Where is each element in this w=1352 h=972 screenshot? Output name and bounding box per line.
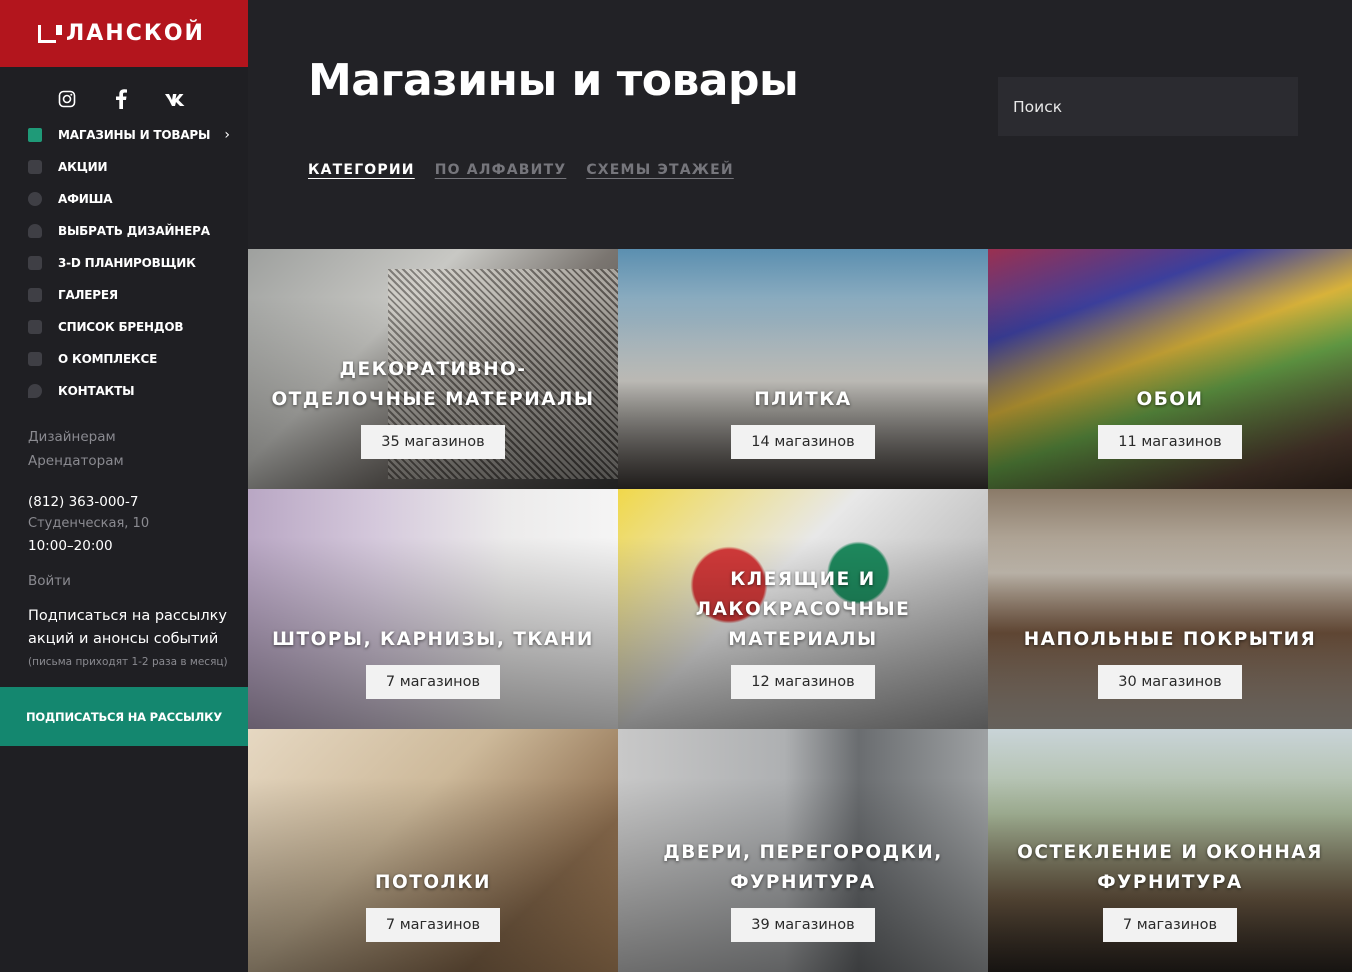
nav-label: ГАЛЕРЕЯ — [58, 288, 118, 302]
instagram-icon[interactable] — [56, 90, 78, 113]
tab-floor-plans[interactable]: СХЕМЫ ЭТАЖЕЙ — [586, 162, 733, 178]
nav-item-3d-planner[interactable]: 3-D ПЛАНИРОВЩИК — [0, 247, 248, 279]
designers-link[interactable]: Дизайнерам — [28, 425, 248, 449]
vk-icon[interactable] — [164, 90, 186, 112]
category-title: ШТОРЫ, КАРНИЗЫ, ТКАНИ — [272, 629, 594, 650]
subscribe-button[interactable]: ПОДПИСАТЬСЯ НА РАССЫЛКУ — [0, 687, 248, 746]
nav-item-gallery[interactable]: ГАЛЕРЕЯ — [0, 279, 248, 311]
store-count[interactable]: 7 магазинов — [365, 908, 501, 942]
main-nav: МАГАЗИНЫ И ТОВАРЫ › АКЦИИ АФИША ВЫБРАТЬ Д… — [0, 119, 248, 407]
logo-text: ЛАНСКОЙ — [66, 21, 205, 46]
tenants-link[interactable]: Арендаторам — [28, 449, 248, 473]
nav-item-events[interactable]: АФИША — [0, 183, 248, 215]
list-icon — [28, 320, 42, 334]
category-title: КЛЕЯЩИЕ И ЛАКОКРАСОЧНЫЕ МАТЕРИАЛЫ — [695, 569, 911, 650]
subscribe-text: Подписаться на рассылку акций и анонсы с… — [28, 608, 227, 647]
store-count[interactable]: 30 магазинов — [1098, 665, 1242, 699]
login-link[interactable]: Войти — [0, 573, 248, 589]
social-links — [0, 67, 248, 117]
tab-alphabetical[interactable]: ПО АЛФАВИТУ — [435, 162, 567, 178]
building-icon — [28, 352, 42, 366]
store-count[interactable]: 12 магазинов — [731, 665, 875, 699]
tab-categories[interactable]: КАТЕГОРИИ — [308, 162, 415, 178]
address: Студенческая, 10 — [28, 516, 150, 531]
nav-label: АКЦИИ — [58, 160, 108, 174]
tabs: КАТЕГОРИИ ПО АЛФАВИТУ СХЕМЫ ЭТАЖЕЙ — [308, 162, 734, 178]
lightbulb-icon — [28, 224, 42, 238]
nav-item-contacts[interactable]: КОНТАКТЫ — [0, 375, 248, 407]
category-tile-doors[interactable]: ДВЕРИ, ПЕРЕГОРОДКИ, ФУРНИТУРА 39 магазин… — [618, 729, 988, 972]
category-tile-tile[interactable]: ПЛИТКА 14 магазинов — [618, 249, 988, 489]
cube-icon — [28, 256, 42, 270]
search-input[interactable]: Поиск — [998, 77, 1298, 136]
store-count[interactable]: 14 магазинов — [731, 425, 875, 459]
store-count[interactable]: 7 магазинов — [1102, 908, 1238, 942]
nav-item-promotions[interactable]: АКЦИИ — [0, 151, 248, 183]
category-tile-paints[interactable]: КЛЕЯЩИЕ И ЛАКОКРАСОЧНЫЕ МАТЕРИАЛЫ 12 маг… — [618, 489, 988, 729]
logo-icon — [38, 24, 62, 43]
chevron-right-icon: › — [224, 127, 230, 143]
paint-roller-icon — [28, 128, 42, 142]
store-count[interactable]: 35 магазинов — [361, 425, 505, 459]
category-tile-curtains[interactable]: ШТОРЫ, КАРНИЗЫ, ТКАНИ 7 магазинов — [248, 489, 618, 729]
nav-item-brands[interactable]: СПИСОК БРЕНДОВ — [0, 311, 248, 343]
camera-icon — [28, 288, 42, 302]
phone-number[interactable]: (812) 363-000-7 — [28, 491, 248, 513]
category-title: ДВЕРИ, ПЕРЕГОРОДКИ, ФУРНИТУРА — [663, 842, 943, 893]
secondary-links: Дизайнерам Арендаторам — [0, 425, 248, 473]
category-tile-flooring[interactable]: НАПОЛЬНЫЕ ПОКРЫТИЯ 30 магазинов — [988, 489, 1352, 729]
category-title: НАПОЛЬНЫЕ ПОКРЫТИЯ — [1023, 629, 1317, 650]
store-count[interactable]: 7 магазинов — [365, 665, 501, 699]
contact-info: (812) 363-000-7 Студенческая, 10 10:00–2… — [0, 491, 248, 557]
category-title: ОБОИ — [1136, 389, 1204, 410]
nav-item-stores[interactable]: МАГАЗИНЫ И ТОВАРЫ › — [0, 119, 248, 151]
nav-label: О КОМПЛЕКСЕ — [58, 352, 158, 366]
category-title: ОСТЕКЛЕНИЕ И ОКОННАЯ ФУРНИТУРА — [1017, 842, 1323, 893]
page-title: Магазины и товары — [308, 55, 799, 106]
category-title: ДЕКОРАТИВНО-ОТДЕЛОЧНЫЕ МАТЕРИАЛЫ — [271, 359, 595, 410]
category-title: ПОТОЛКИ — [374, 872, 492, 893]
nav-item-about[interactable]: О КОМПЛЕКСЕ — [0, 343, 248, 375]
logo[interactable]: ЛАНСКОЙ — [0, 0, 248, 67]
nav-label: ВЫБРАТЬ ДИЗАЙНЕРА — [58, 224, 210, 238]
nav-item-designer[interactable]: ВЫБРАТЬ ДИЗАЙНЕРА — [0, 215, 248, 247]
nav-label: 3-D ПЛАНИРОВЩИК — [58, 256, 196, 270]
percent-icon — [28, 160, 42, 174]
category-tile-decorative[interactable]: ДЕКОРАТИВНО-ОТДЕЛОЧНЫЕ МАТЕРИАЛЫ 35 мага… — [248, 249, 618, 489]
nav-label: АФИША — [58, 192, 113, 206]
clock-icon — [28, 192, 42, 206]
nav-label: КОНТАКТЫ — [58, 384, 135, 398]
category-tile-windows[interactable]: ОСТЕКЛЕНИЕ И ОКОННАЯ ФУРНИТУРА 7 магазин… — [988, 729, 1352, 972]
category-grid: ДЕКОРАТИВНО-ОТДЕЛОЧНЫЕ МАТЕРИАЛЫ 35 мага… — [248, 249, 1352, 972]
subscribe-note: (письма приходят 1-2 раза в месяц) — [28, 656, 228, 668]
category-tile-ceilings[interactable]: ПОТОЛКИ 7 магазинов — [248, 729, 618, 972]
nav-label: МАГАЗИНЫ И ТОВАРЫ — [58, 128, 211, 142]
location-pin-icon — [28, 384, 42, 398]
store-count[interactable]: 39 магазинов — [731, 908, 875, 942]
store-count[interactable]: 11 магазинов — [1098, 425, 1242, 459]
category-tile-wallpaper[interactable]: ОБОИ 11 магазинов — [988, 249, 1352, 489]
category-title: ПЛИТКА — [754, 389, 852, 410]
opening-hours: 10:00–20:00 — [28, 538, 113, 554]
facebook-icon[interactable] — [110, 88, 132, 114]
sidebar: ЛАНСКОЙ МАГАЗИНЫ И ТОВАРЫ › АКЦИИ АФИША В… — [0, 0, 248, 972]
main-content: Магазины и товары Поиск КАТЕГОРИИ ПО АЛФ… — [248, 0, 1352, 972]
nav-label: СПИСОК БРЕНДОВ — [58, 320, 184, 334]
